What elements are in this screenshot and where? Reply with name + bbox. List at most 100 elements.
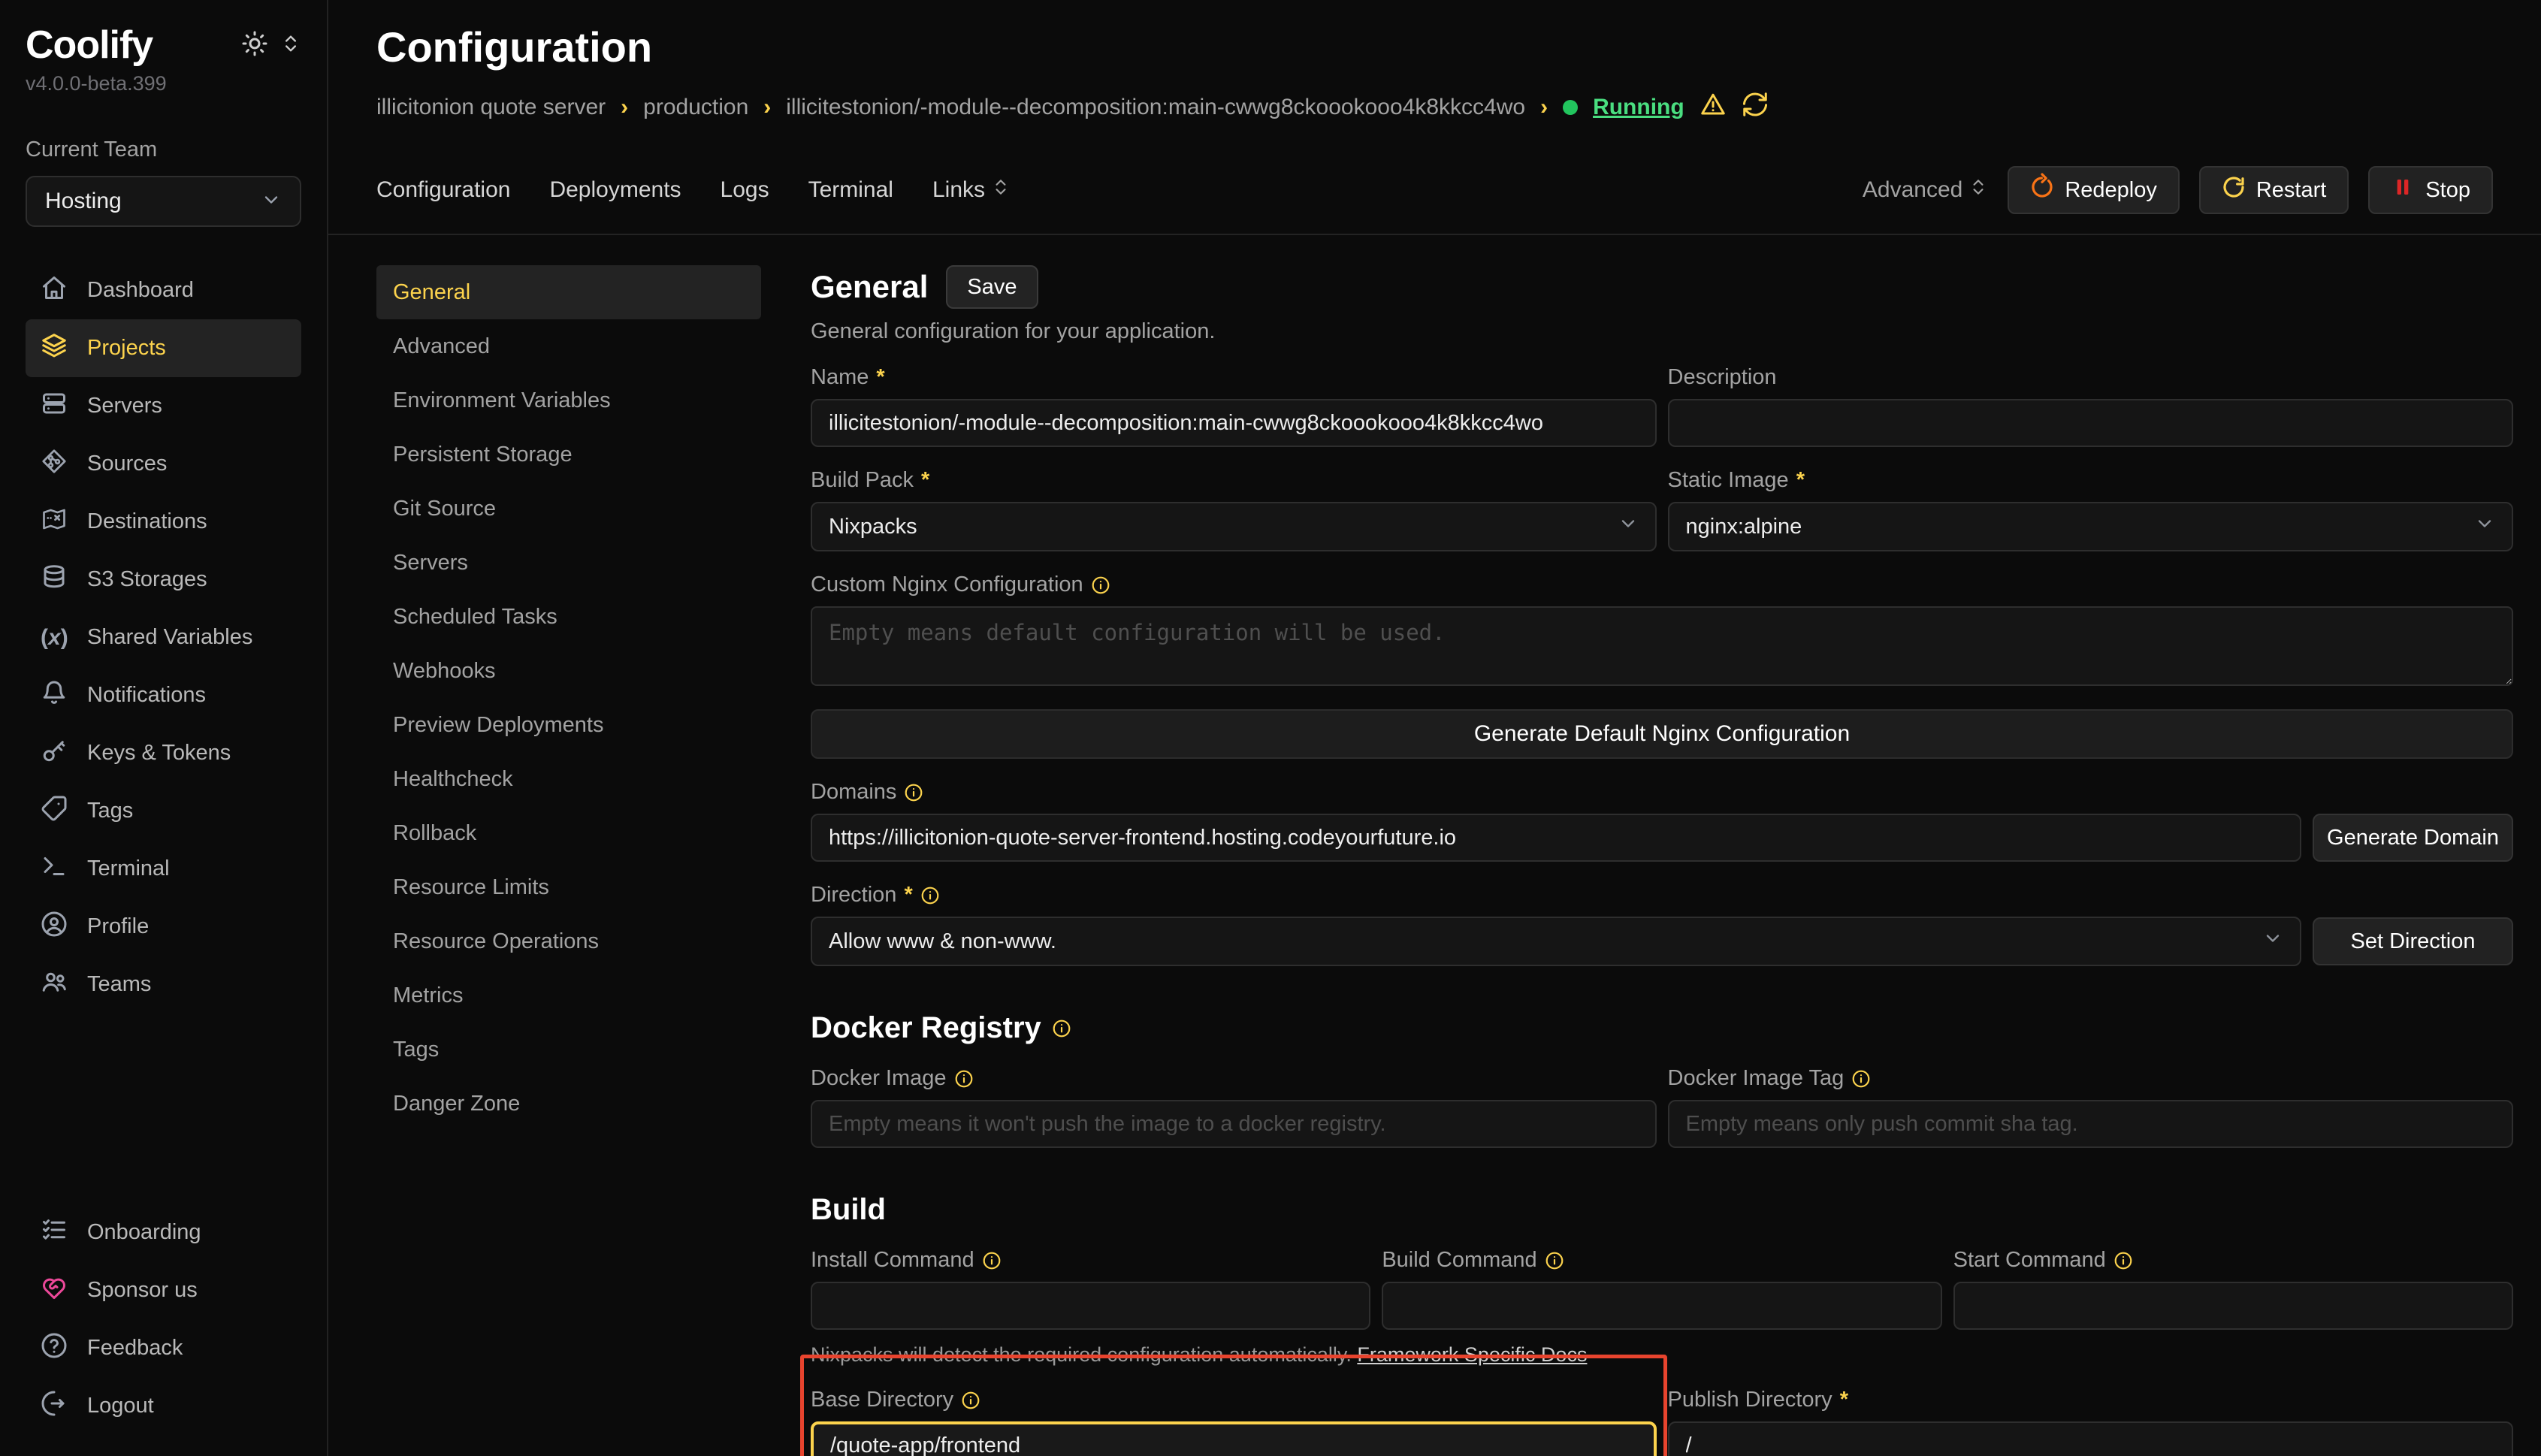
team-select[interactable]: Hosting	[26, 176, 301, 227]
info-icon	[920, 886, 940, 905]
sidebar-item-destinations[interactable]: Destinations	[26, 493, 301, 551]
sidebar-nav: Dashboard Projects Servers Sources Desti…	[26, 261, 301, 1013]
sidebar-item-terminal[interactable]: Terminal	[26, 840, 301, 898]
subnav-resource-limits[interactable]: Resource Limits	[376, 860, 761, 914]
static-image-select[interactable]: nginx:alpine	[1668, 502, 2514, 551]
subnav-environment-variables[interactable]: Environment Variables	[376, 373, 761, 427]
subnav-tags[interactable]: Tags	[376, 1023, 761, 1077]
sidebar-item-keys-tokens[interactable]: Keys & Tokens	[26, 724, 301, 782]
sidebar-item-feedback[interactable]: Feedback	[26, 1319, 301, 1377]
build-pack-label: Build Pack	[811, 468, 914, 493]
general-form: General Save General configuration for y…	[811, 265, 2513, 1456]
tab-bar: Configuration Deployments Logs Terminal …	[328, 166, 2541, 235]
sidebar-item-teams[interactable]: Teams	[26, 956, 301, 1013]
docker-image-input[interactable]	[811, 1100, 1657, 1148]
name-input[interactable]	[811, 399, 1657, 447]
subnav-rollback[interactable]: Rollback	[376, 806, 761, 860]
generate-nginx-button[interactable]: Generate Default Nginx Configuration	[811, 709, 2513, 759]
direction-select[interactable]: Allow www & non-www.	[811, 917, 2301, 966]
tab-logs[interactable]: Logs	[721, 177, 769, 203]
subnav-scheduled-tasks[interactable]: Scheduled Tasks	[376, 590, 761, 644]
subnav-resource-operations[interactable]: Resource Operations	[376, 914, 761, 968]
subnav-persistent-storage[interactable]: Persistent Storage	[376, 427, 761, 482]
info-icon	[2113, 1251, 2133, 1270]
database-icon	[41, 563, 68, 597]
breadcrumb-project[interactable]: illicitonion quote server	[376, 95, 606, 120]
info-icon	[961, 1391, 980, 1410]
subnav-general[interactable]: General	[376, 265, 761, 319]
tab-deployments[interactable]: Deployments	[549, 177, 681, 203]
subnav-git-source[interactable]: Git Source	[376, 482, 761, 536]
refresh-icon[interactable]	[1742, 91, 1769, 124]
domains-label: Domains	[811, 780, 896, 805]
stop-button[interactable]: Stop	[2368, 166, 2493, 214]
sidebar-item-shared-variables[interactable]: (x) Shared Variables	[26, 609, 301, 666]
sidebar-item-servers[interactable]: Servers	[26, 377, 301, 435]
sidebar-item-dashboard[interactable]: Dashboard	[26, 261, 301, 319]
logout-icon	[41, 1390, 68, 1423]
breadcrumb-application[interactable]: illicitestonion/-module--decomposition:m…	[786, 95, 1525, 120]
breadcrumb-environment[interactable]: production	[643, 95, 748, 120]
tab-configuration[interactable]: Configuration	[376, 177, 510, 203]
custom-nginx-textarea[interactable]	[811, 606, 2513, 686]
subnav-servers[interactable]: Servers	[376, 536, 761, 590]
build-command-input[interactable]	[1382, 1282, 1941, 1330]
redeploy-button[interactable]: Redeploy	[2008, 166, 2180, 214]
subnav-advanced[interactable]: Advanced	[376, 319, 761, 373]
sidebar-item-sources[interactable]: Sources	[26, 435, 301, 493]
terminal-icon	[41, 853, 68, 886]
docker-image-tag-input[interactable]	[1668, 1100, 2514, 1148]
tab-terminal[interactable]: Terminal	[808, 177, 893, 203]
redeploy-icon	[2030, 175, 2054, 205]
subnav-metrics[interactable]: Metrics	[376, 968, 761, 1023]
sidebar-item-tags[interactable]: Tags	[26, 782, 301, 840]
direction-label: Direction	[811, 883, 896, 908]
subnav-danger-zone[interactable]: Danger Zone	[376, 1077, 761, 1131]
warning-triangle-icon[interactable]	[1700, 91, 1727, 124]
save-button[interactable]: Save	[946, 265, 1038, 309]
tab-links[interactable]: Links	[932, 177, 1011, 203]
required-asterisk: *	[921, 468, 929, 493]
variables-icon: (x)	[41, 625, 68, 651]
required-asterisk: *	[876, 365, 884, 390]
subnav-preview-deployments[interactable]: Preview Deployments	[376, 698, 761, 752]
base-directory-input[interactable]	[811, 1421, 1657, 1456]
sidebar-item-s3-storages[interactable]: S3 Storages	[26, 551, 301, 609]
layers-icon	[41, 332, 68, 365]
install-command-input[interactable]	[811, 1282, 1370, 1330]
chevron-down-icon	[2474, 513, 2495, 540]
sidebar-item-sponsor-us[interactable]: Sponsor us	[26, 1261, 301, 1319]
start-command-input[interactable]	[1953, 1282, 2513, 1330]
stop-pause-icon	[2391, 175, 2415, 205]
publish-directory-input[interactable]	[1668, 1421, 2514, 1456]
sidebar-footer-nav: Onboarding Sponsor us Feedback Logout	[26, 1204, 301, 1435]
top-actions: Advanced Redeploy Restart Stop	[1863, 166, 2493, 214]
name-label: Name	[811, 365, 869, 390]
theme-switcher-chevrons-icon[interactable]	[280, 33, 301, 58]
sidebar-item-logout[interactable]: Logout	[26, 1377, 301, 1435]
sidebar-item-projects[interactable]: Projects	[26, 319, 301, 377]
info-icon	[954, 1069, 974, 1089]
custom-nginx-label: Custom Nginx Configuration	[811, 572, 1083, 597]
sidebar-item-profile[interactable]: Profile	[26, 898, 301, 956]
chevron-down-icon	[1618, 513, 1639, 540]
subnav-healthcheck[interactable]: Healthcheck	[376, 752, 761, 806]
chevrons-up-down-icon	[991, 177, 1011, 203]
sidebar-item-onboarding[interactable]: Onboarding	[26, 1204, 301, 1261]
user-circle-icon	[41, 911, 68, 944]
restart-button[interactable]: Restart	[2199, 166, 2349, 214]
required-asterisk: *	[1840, 1388, 1848, 1412]
description-input[interactable]	[1668, 399, 2514, 447]
help-circle-icon	[41, 1332, 68, 1365]
generate-domain-button[interactable]: Generate Domain	[2313, 814, 2513, 862]
sidebar-item-notifications[interactable]: Notifications	[26, 666, 301, 724]
framework-docs-link[interactable]: Framework Specific Docs	[1357, 1343, 1587, 1366]
status-running-link[interactable]: Running	[1593, 95, 1684, 120]
set-direction-button[interactable]: Set Direction	[2313, 917, 2513, 965]
domains-input[interactable]	[811, 814, 2301, 862]
advanced-dropdown[interactable]: Advanced	[1863, 177, 1988, 203]
subnav-webhooks[interactable]: Webhooks	[376, 644, 761, 698]
build-pack-select[interactable]: Nixpacks	[811, 502, 1657, 551]
theme-toggle-sun-icon[interactable]	[241, 30, 268, 61]
page-header: Configuration illicitonion quote server …	[328, 0, 2541, 124]
